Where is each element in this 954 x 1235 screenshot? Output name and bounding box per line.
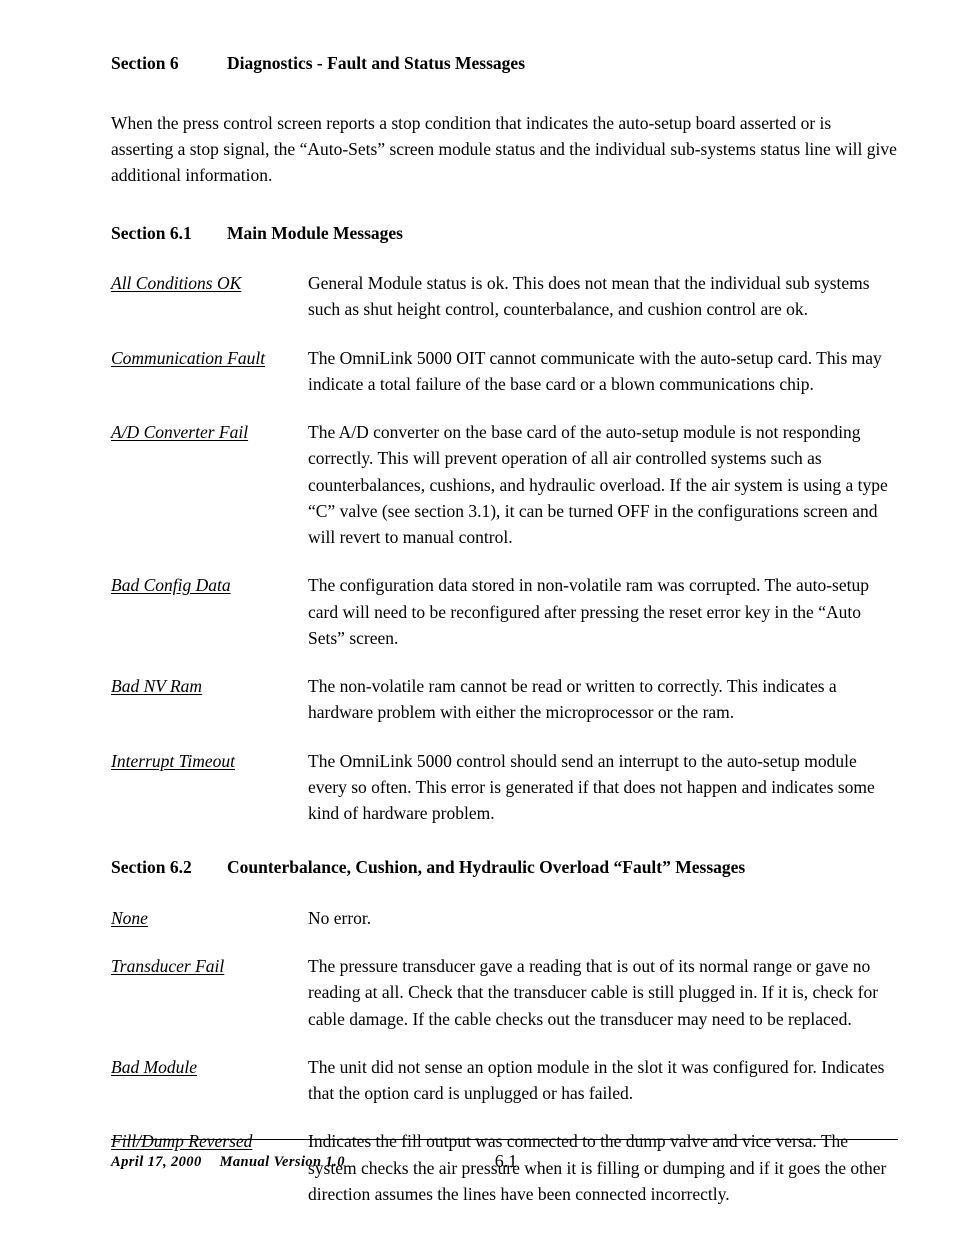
section-6-1-entry-list: All Conditions OK General Module status … (111, 270, 899, 826)
footer-divider (111, 1139, 898, 1140)
entry-term-text: Bad Config Data (111, 575, 231, 596)
entry-term: Transducer Fail (111, 953, 308, 979)
definition-entry: All Conditions OK General Module status … (111, 270, 899, 323)
entry-description: The OmniLink 5000 OIT cannot communicate… (308, 347, 882, 394)
definition-entry: Bad Module The unit did not sense an opt… (111, 1054, 899, 1107)
entry-description: The non-volatile ram cannot be read or w… (308, 676, 837, 723)
footer-date: April 17, 2000 (111, 1154, 202, 1170)
entry-term: Communication Fault (111, 345, 308, 371)
intro-paragraph: When the press control screen reports a … (111, 112, 897, 186)
section-6-1-number: Section 6.1 (111, 223, 192, 244)
entry-description: The pressure transducer gave a reading t… (308, 956, 879, 1029)
entry-term: A/D Converter Fail (111, 419, 308, 445)
entry-term-text: Transducer Fail (111, 956, 225, 977)
entry-term: Bad Module (111, 1054, 308, 1080)
section-6-2-title: Counterbalance, Cushion, and Hydraulic O… (227, 857, 746, 878)
entry-description: No error. (308, 907, 372, 928)
definition-entry: Transducer Fail The pressure transducer … (111, 953, 899, 1032)
definition-entry: Communication Fault The OmniLink 5000 OI… (111, 345, 899, 398)
section-6-1-title: Main Module Messages (227, 223, 403, 244)
entry-term-text: None (111, 907, 148, 928)
footer-left-block: April 17, 2000 Manual Version 1.0 (111, 1154, 345, 1171)
definition-entry: None No error. (111, 905, 899, 931)
entry-term-text: Interrupt Timeout (111, 750, 235, 771)
section-6-title: Diagnostics - Fault and Status Messages (227, 53, 526, 73)
entry-term: Interrupt Timeout (111, 748, 308, 774)
entry-description: The A/D converter on the base card of th… (308, 422, 888, 547)
definition-entry: Bad NV Ram The non-volatile ram cannot b… (111, 673, 899, 726)
entry-term: None (111, 905, 308, 931)
definition-entry: Interrupt Timeout The OmniLink 5000 cont… (111, 748, 899, 827)
footer-manual-version: Manual Version 1.0 (219, 1154, 345, 1170)
entry-term: Fill/Dump Reversed (111, 1128, 308, 1154)
entry-term-text: A/D Converter Fail (111, 422, 249, 442)
section-6-number: Section 6 (111, 53, 179, 73)
entry-description: General Module status is ok. This does n… (308, 273, 870, 320)
entry-term: Bad NV Ram (111, 673, 308, 699)
document-page: Section 6 Diagnostics - Fault and Status… (0, 0, 954, 1235)
section-6-heading: Section 6 Diagnostics - Fault and Status… (111, 52, 899, 76)
document-content: Section 6 Diagnostics - Fault and Status… (111, 52, 899, 1207)
definition-entry: Bad Config Data The configuration data s… (111, 572, 899, 651)
section-6-2-number: Section 6.2 (111, 857, 192, 878)
section-6-2-heading: Section 6.2 Counterbalance, Cushion, and… (111, 856, 899, 880)
page-footer: April 17, 2000 Manual Version 1.0 6.1 (111, 1151, 898, 1182)
entry-term-text: Fill/Dump Reversed (111, 1131, 253, 1152)
entry-term: Bad Config Data (111, 572, 308, 598)
entry-term-text: All Conditions OK (111, 273, 242, 293)
entry-term: All Conditions OK (111, 270, 308, 296)
section-6-1-heading: Section 6.1 Main Module Messages (111, 222, 899, 246)
entry-description: The OmniLink 5000 control should send an… (308, 750, 875, 824)
entry-term-text: Communication Fault (111, 347, 266, 368)
definition-entry: A/D Converter Fail The A/D converter on … (111, 419, 899, 550)
page-number: 6.1 (494, 1151, 518, 1171)
entry-term-text: Bad NV Ram (111, 676, 203, 696)
entry-description: The configuration data stored in non-vol… (308, 575, 869, 648)
entry-term-text: Bad Module (111, 1056, 198, 1077)
entry-description: The unit did not sense an option module … (308, 1056, 885, 1104)
